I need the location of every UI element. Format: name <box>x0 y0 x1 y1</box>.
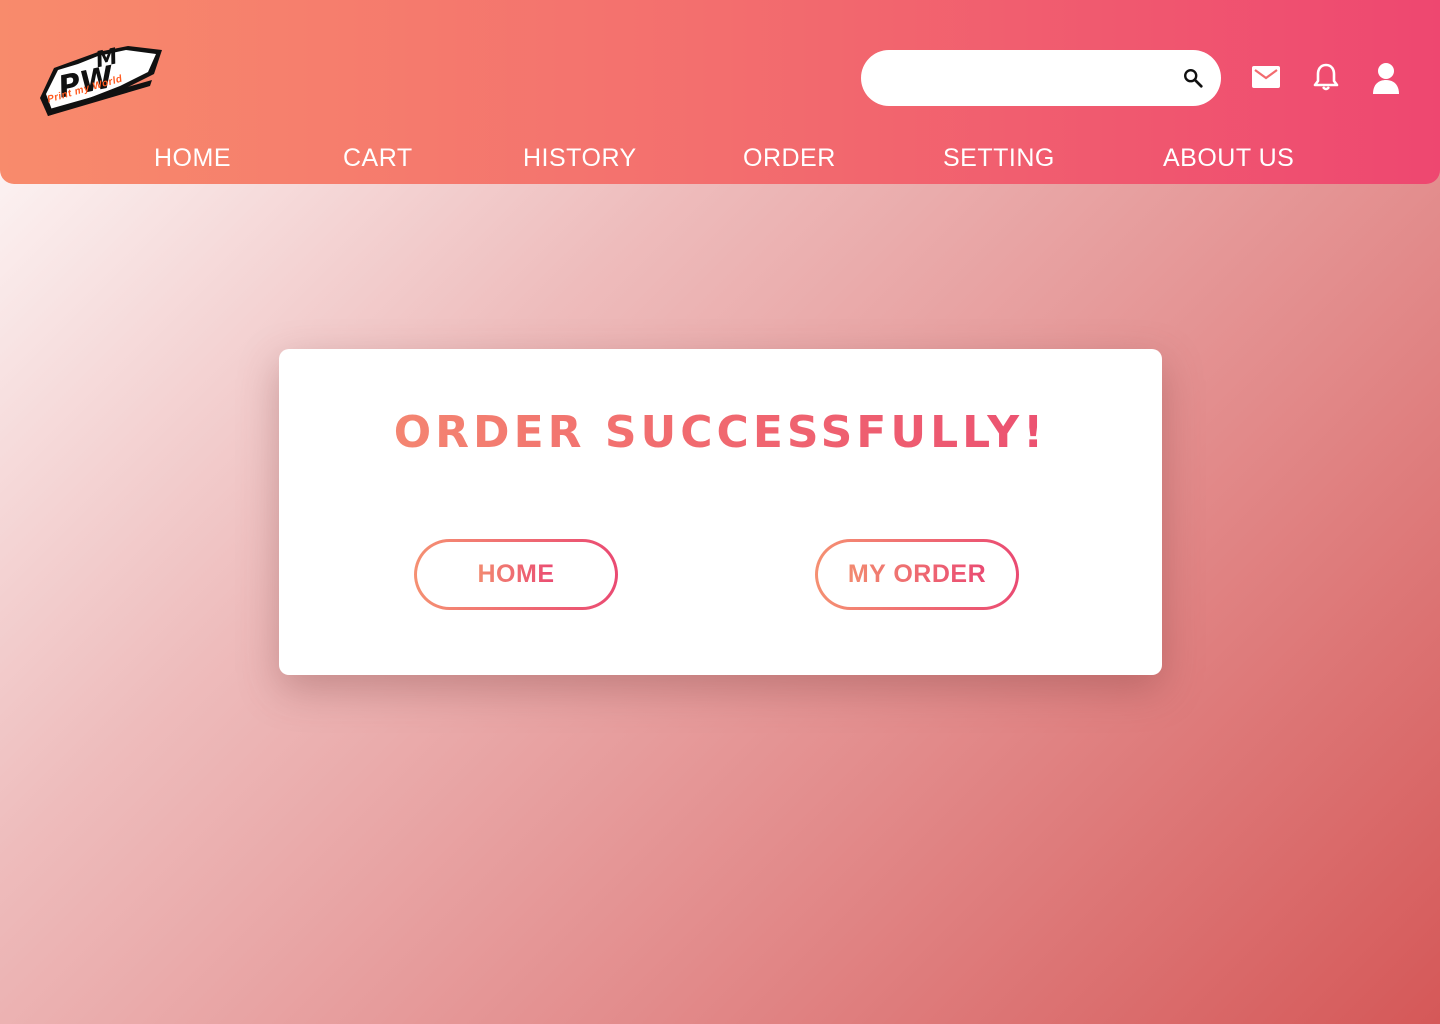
user-icon[interactable] <box>1371 62 1401 94</box>
nav-order[interactable]: ORDER <box>743 140 836 176</box>
nav-about-us[interactable]: ABOUT US <box>1163 140 1294 176</box>
nav-setting[interactable]: SETTING <box>943 140 1055 176</box>
top-header: PW M Print my World HOME CART HISTORY OR… <box>0 0 1440 184</box>
success-title: ORDER SUCCESSFULLY! <box>279 407 1162 458</box>
home-button[interactable]: HOME <box>414 539 618 610</box>
home-button-label: HOME <box>477 560 555 588</box>
nav-history[interactable]: HISTORY <box>523 140 637 176</box>
search-icon[interactable] <box>1182 67 1204 89</box>
my-order-button[interactable]: MY ORDER <box>815 539 1019 610</box>
pmw-logo[interactable]: PW M Print my World <box>36 40 164 118</box>
bell-icon[interactable] <box>1313 62 1339 92</box>
order-success-card: ORDER SUCCESSFULLY! HOME MY ORDER <box>279 349 1162 675</box>
my-order-button-label: MY ORDER <box>847 560 987 588</box>
search-input[interactable] <box>883 60 1173 96</box>
mail-icon[interactable] <box>1252 66 1280 88</box>
search-bar[interactable] <box>861 50 1221 106</box>
main-nav: HOME CART HISTORY ORDER SETTING ABOUT US <box>0 140 1440 176</box>
nav-cart[interactable]: CART <box>343 140 413 176</box>
nav-home[interactable]: HOME <box>154 140 231 176</box>
